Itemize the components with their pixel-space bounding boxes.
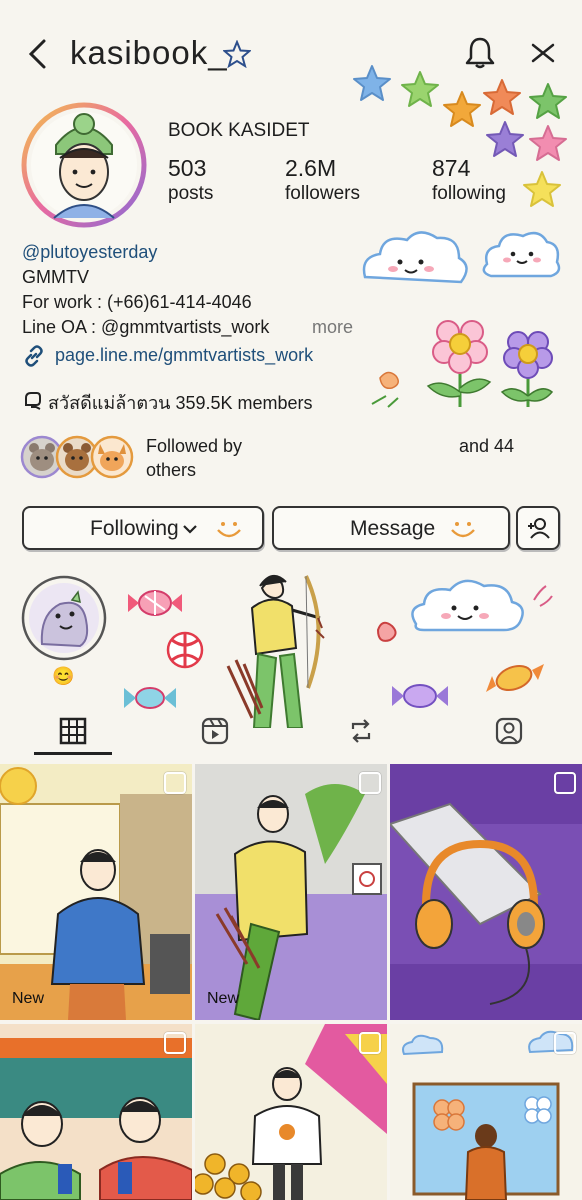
- multi-select-icon: [359, 772, 381, 794]
- new-badge: New: [12, 990, 45, 1007]
- following-button[interactable]: Following: [22, 506, 264, 550]
- display-name: BOOK KASIDET: [168, 120, 310, 141]
- stat-following-value: 874: [432, 155, 471, 181]
- back-chevron-icon[interactable]: [26, 38, 48, 70]
- post-thumbnail-5[interactable]: [195, 1024, 387, 1200]
- mutual-avatars[interactable]: [20, 434, 135, 485]
- bio-link[interactable]: page.line.me/gmmtvartists_work: [55, 345, 313, 366]
- username: kasibook_: [70, 34, 228, 71]
- grid-icon[interactable]: [58, 716, 88, 751]
- stat-followers-value: 2.6M: [285, 155, 337, 181]
- decor-clouds: [355, 222, 565, 307]
- avatar[interactable]: [14, 100, 154, 235]
- message-button-label: Message: [350, 517, 436, 540]
- followed-by-others[interactable]: others: [146, 460, 196, 481]
- multi-select-icon: [164, 772, 186, 794]
- highlight-label: 😊: [52, 666, 75, 686]
- post-thumbnail-2[interactable]: New: [195, 764, 387, 1020]
- stat-following-label: following: [432, 183, 506, 204]
- multi-select-icon: [554, 1032, 576, 1054]
- post-thumbnail-6[interactable]: [390, 1024, 582, 1200]
- bio-line-2: For work : (+66)61-414-4046: [22, 292, 252, 312]
- followed-by-count[interactable]: and 44: [459, 436, 514, 457]
- story-highlight[interactable]: [20, 574, 108, 667]
- chevron-down-icon: [182, 522, 198, 540]
- bio-line-3: Line OA : @gmmtvartists_work: [22, 317, 270, 337]
- stat-posts-value: 503: [168, 155, 207, 181]
- tagged-icon[interactable]: [494, 716, 524, 751]
- star-icon[interactable]: [223, 40, 251, 68]
- post-thumbnail-4[interactable]: [0, 1024, 192, 1200]
- bio-more-link[interactable]: more: [312, 317, 353, 338]
- multi-select-icon: [359, 1032, 381, 1054]
- link-icon: [22, 344, 46, 368]
- message-button[interactable]: Message: [272, 506, 510, 550]
- multi-select-icon: [164, 1032, 186, 1054]
- smile-doodle-icon: [212, 516, 246, 547]
- channel-label[interactable]: สวัสดีแม่ล้าตวน 359.5K members: [48, 388, 313, 417]
- new-badge: New: [207, 990, 240, 1007]
- stat-followers-label: followers: [285, 183, 360, 204]
- smile-doodle-icon: [446, 516, 480, 547]
- followed-by-label[interactable]: Followed by: [146, 436, 242, 457]
- bio-line-1: GMMTV: [22, 267, 89, 287]
- post-thumbnail-1[interactable]: New: [0, 764, 192, 1020]
- reposts-icon[interactable]: [346, 716, 376, 751]
- bio-handle[interactable]: @plutoyesterday: [22, 242, 157, 263]
- reels-icon[interactable]: [200, 716, 230, 751]
- add-user-icon: [526, 516, 552, 545]
- stat-posts-label: posts: [168, 183, 214, 204]
- active-tab-indicator: [34, 752, 112, 755]
- multi-select-icon: [554, 772, 576, 794]
- decor-flowers: [368, 312, 568, 417]
- channel-icon: [22, 389, 44, 411]
- post-thumbnail-3[interactable]: [390, 764, 582, 1020]
- following-button-label: Following: [90, 517, 179, 540]
- add-user-button[interactable]: [516, 506, 560, 550]
